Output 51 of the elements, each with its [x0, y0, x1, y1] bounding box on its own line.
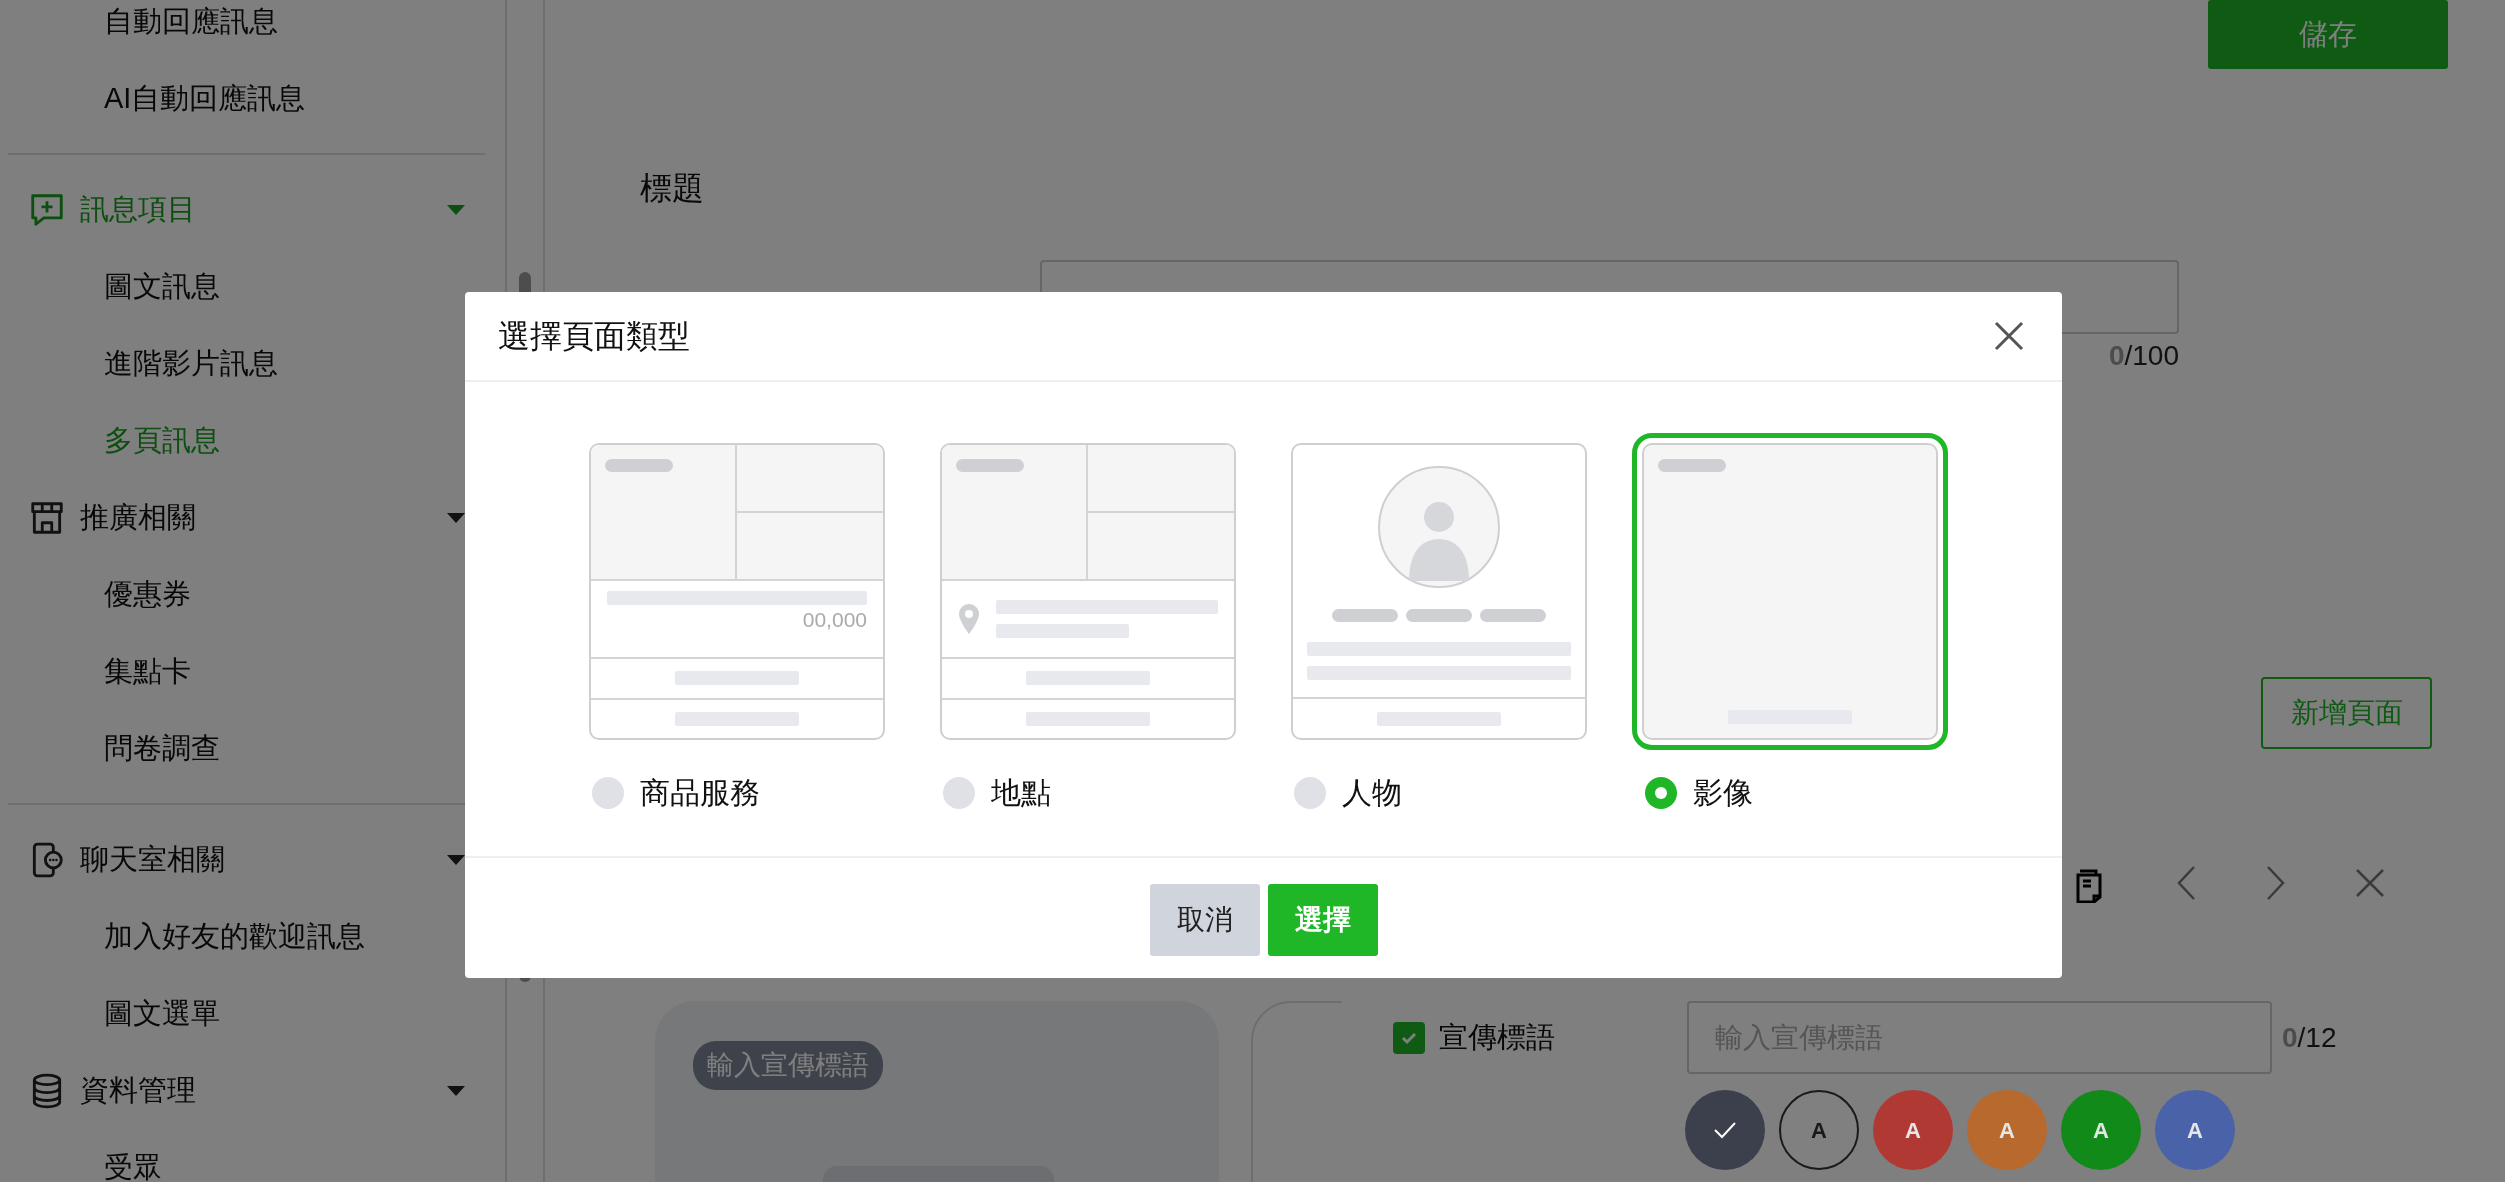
radio-button[interactable]	[592, 776, 624, 809]
radio-button[interactable]	[1294, 776, 1326, 809]
placeholder-pill	[1480, 609, 1546, 622]
color-swatch[interactable]: A	[1779, 1090, 1859, 1170]
color-swatch[interactable]: A	[1873, 1090, 1953, 1170]
placeholder-pill	[956, 459, 1024, 472]
sidebar-item[interactable]: 進階影片訊息	[104, 341, 278, 386]
chevron-right-icon[interactable]	[2266, 865, 2286, 901]
chevron-left-icon[interactable]	[2176, 865, 2196, 901]
cancel-button[interactable]: 取消	[1149, 884, 1260, 956]
sidebar-item[interactable]: 集點卡	[104, 649, 191, 694]
location-layout-option[interactable]	[940, 443, 1236, 740]
avatar-icon	[1377, 465, 1501, 589]
sidebar-item[interactable]: 問卷調查	[104, 726, 220, 771]
tagline-tag: 輸入宣傳標語	[693, 1041, 883, 1090]
option-label: 影像	[1693, 775, 1753, 811]
sidebar-item[interactable]: AI自動回應訊息	[104, 76, 306, 121]
sidebar-item[interactable]: 圖文選單	[104, 991, 220, 1036]
checkbox-label: 宣傳標語	[1439, 1019, 1556, 1055]
confirm-button[interactable]: 選擇	[1267, 884, 1378, 956]
close-icon[interactable]	[1994, 321, 2024, 351]
sidebar-section[interactable]: 聊天室相關	[80, 837, 447, 882]
caret-icon[interactable]	[447, 1085, 465, 1096]
person-layout-option[interactable]	[1291, 443, 1587, 740]
color-swatch[interactable]: A	[2155, 1090, 2235, 1170]
option-label: 地點	[991, 775, 1051, 811]
sidebar-item[interactable]: 受眾	[104, 1145, 162, 1182]
caret-icon[interactable]	[447, 204, 465, 215]
radio-button[interactable]	[943, 776, 975, 809]
location-pin-icon	[958, 603, 980, 635]
dialog-title: 選擇頁面類型	[498, 317, 690, 356]
sidebar-section[interactable]: 資料管理	[80, 1068, 447, 1113]
sidebar-section[interactable]: 推廣相關	[80, 495, 447, 540]
option-label: 人物	[1342, 775, 1402, 811]
radio-button[interactable]	[1645, 776, 1677, 809]
option-label: 商品服務	[640, 775, 760, 811]
section-heading: 標題	[640, 169, 705, 208]
check-icon	[1712, 1120, 1738, 1140]
character-counter: 0/12	[2282, 1020, 2337, 1055]
checkbox[interactable]	[1393, 1021, 1425, 1054]
color-swatch[interactable]: A	[1967, 1090, 2047, 1170]
price-text: 00,000	[802, 608, 867, 631]
placeholder-pill	[1406, 609, 1472, 622]
sidebar-item[interactable]: 優惠券	[104, 572, 191, 617]
color-swatch[interactable]: A	[2061, 1090, 2141, 1170]
placeholder-pill	[1332, 609, 1398, 622]
placeholder-pill	[605, 459, 673, 472]
sidebar-item[interactable]: 圖文訊息	[104, 264, 220, 309]
sidebar-item[interactable]: 自動回應訊息	[104, 0, 278, 44]
placeholder-pill	[1658, 459, 1726, 472]
sidebar-item[interactable]: 加入好友的歡迎訊息	[104, 914, 365, 959]
